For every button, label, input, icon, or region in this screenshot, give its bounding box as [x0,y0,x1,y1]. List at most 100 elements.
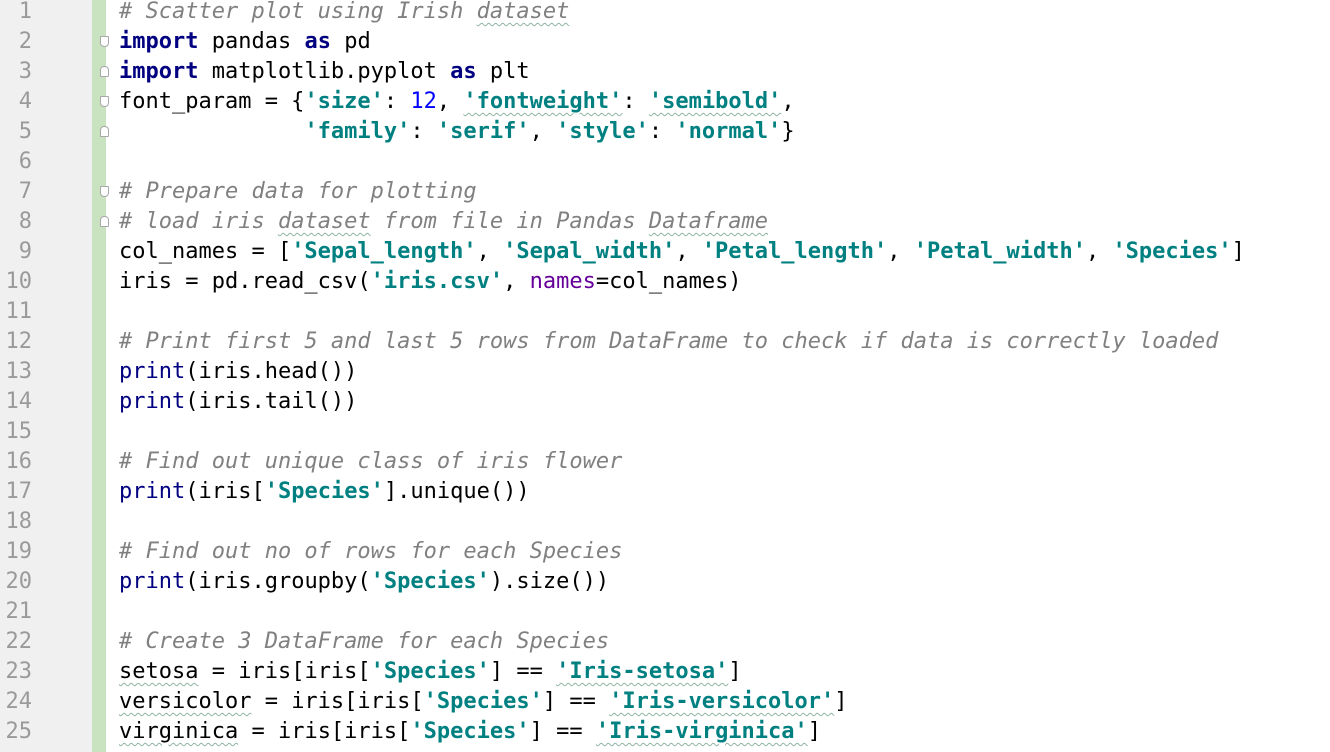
code-line[interactable]: 20 print(iris.groupby('Species').size()) [0,567,1330,597]
code-token: 'Iris-setosa' [556,659,729,684]
code-token: 'size' [304,89,384,114]
fold-end-icon[interactable] [100,216,109,227]
code-token: matplotlib.pyplot [198,59,451,84]
fold-end-icon[interactable] [100,66,109,77]
code-token: 'normal' [675,119,782,144]
fold-start-icon[interactable] [100,36,109,47]
code-line[interactable]: 5 'family': 'serif', 'style': 'normal'} [0,117,1330,147]
code-token: 'Petal_width' [913,239,1086,264]
code-line[interactable]: 21 [0,597,1330,627]
code-line[interactable]: 3 import matplotlib.pyplot as plt [0,57,1330,87]
code-token: print [119,569,186,594]
code-token: plt [476,59,530,84]
code-line[interactable]: 23 setosa = iris[iris['Species'] == 'Iris… [0,657,1330,687]
spellcheck-underline: setosa [119,659,199,684]
fold-start-icon[interactable] [100,96,109,107]
code-lines[interactable]: 1 # Scatter plot using Irish dataset 2 impo… [0,0,1330,747]
code-line[interactable]: 11 [0,297,1330,327]
code-line[interactable]: 19 # Find out no of rows for each Species [0,537,1330,567]
code-token: 'iris.csv' [370,269,504,294]
code-line[interactable]: 10 iris = pd.read_csv('iris.csv', names=c… [0,267,1330,297]
code-token: pd [330,29,371,54]
code-text: print(iris.head()) [119,357,357,387]
code-token: } [781,119,795,144]
code-line[interactable]: 4 font_param = {'size': 12, 'fontweight':… [0,87,1330,117]
code-text: # Prepare data for plotting [119,177,477,207]
code-text: setosa = iris[iris['Species'] == 'Iris-s… [119,657,742,687]
line-number: 24 [5,689,33,714]
code-token: , [529,119,557,144]
code-token: # Prepare data for plotting [119,179,477,204]
code-token: # Print first 5 and last 5 rows from Dat… [119,329,1219,354]
code-text: col_names = ['Sepal_length', 'Sepal_widt… [119,237,1245,267]
code-line[interactable]: 13 print(iris.head()) [0,357,1330,387]
line-number: 25 [5,719,33,744]
line-number: 8 [18,209,32,234]
fold-end-icon[interactable] [100,126,109,137]
line-number: 21 [5,599,33,624]
code-line[interactable]: 16 # Find out unique class of iris flower [0,447,1330,477]
code-line[interactable]: 25 virginica = iris[iris['Species'] == 'I… [0,717,1330,747]
line-number: 22 [5,629,33,654]
code-text: # Find out no of rows for each Species [119,537,622,567]
line-number: 5 [18,119,32,144]
code-token: : [622,89,649,114]
code-token: 'Species' [410,719,530,744]
code-line[interactable]: 1 # Scatter plot using Irish dataset [0,0,1330,27]
code-token: setosa = iris[iris[ [119,659,371,684]
code-token: print [119,359,186,384]
code-token: 'Species' [423,689,543,714]
code-token: : [383,89,411,114]
code-token: ] [834,689,848,714]
code-editor[interactable]: 1 # Scatter plot using Irish dataset 2 impo… [0,0,1330,752]
code-line[interactable]: 12 # Print first 5 and last 5 rows from D… [0,327,1330,357]
line-number: 15 [5,419,33,444]
code-token: names [529,269,596,294]
code-token: 'Species' [370,569,490,594]
code-token: 'style' [556,119,649,144]
code-token: print [119,389,186,414]
code-token: 'semibold' [648,89,782,114]
line-number: 10 [5,269,33,294]
code-token: 'Sepal_length' [291,239,477,264]
code-token: (iris.tail()) [185,389,358,414]
code-token: : [410,119,437,144]
code-token: 'Iris-versicolor' [609,689,835,714]
code-line[interactable]: 14 print(iris.tail()) [0,387,1330,417]
code-token: , [887,239,914,264]
code-token: versicolor = iris[iris[ [119,689,424,714]
code-token: , [675,239,702,264]
fold-start-icon[interactable] [100,186,109,197]
code-line[interactable]: 22 # Create 3 DataFrame for each Species [0,627,1330,657]
code-token: # Scatter plot using Irish dataset [119,0,570,24]
code-token: ] [807,719,822,744]
code-line[interactable]: 9 col_names = ['Sepal_length', 'Sepal_wid… [0,237,1330,267]
code-line[interactable]: 7 # Prepare data for plotting [0,177,1330,207]
code-token: , [436,89,464,114]
code-text: # Find out unique class of iris flower [119,447,622,477]
code-token: 12 [410,89,437,114]
code-line[interactable]: 15 [0,417,1330,447]
code-text: font_param = {'size': 12, 'fontweight': … [119,87,795,117]
code-token: 'serif' [436,119,530,144]
code-line[interactable]: 24 versicolor = iris[iris['Species'] == '… [0,687,1330,717]
line-number: 14 [5,389,33,414]
code-line[interactable]: 17 print(iris['Species'].unique()) [0,477,1330,507]
line-number: 16 [5,449,33,474]
code-line[interactable]: 8 # load iris dataset from file in Pandas… [0,207,1330,237]
code-token: ).size()) [489,569,610,594]
code-line[interactable]: 18 [0,507,1330,537]
code-line[interactable]: 6 [0,147,1330,177]
spellcheck-underline: virginica [119,719,239,744]
line-number: 19 [5,539,33,564]
code-text: # load iris dataset from file in Pandas … [119,207,768,237]
code-token: , [1085,239,1113,264]
line-number: 7 [18,179,32,204]
code-token: , [781,89,795,114]
line-number: 2 [18,29,32,54]
code-text: print(iris.groupby('Species').size()) [119,567,609,597]
code-text: iris = pd.read_csv('iris.csv', names=col… [119,267,742,297]
code-token: font_param = { [119,89,305,114]
code-line[interactable]: 2 import pandas as pd [0,27,1330,57]
code-text: import pandas as pd [119,27,371,57]
